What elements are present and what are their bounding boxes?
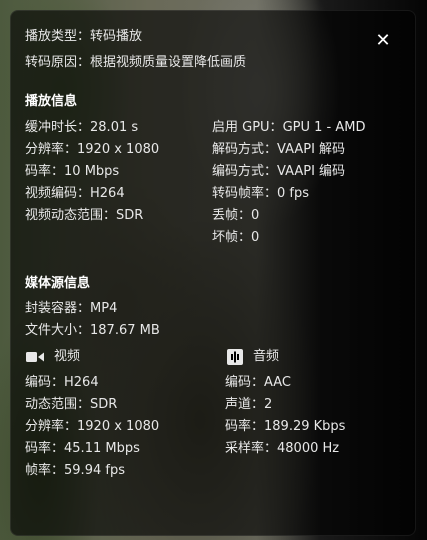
info-value: 2 <box>264 397 273 412</box>
video-section-header: 视频 <box>26 348 80 366</box>
info-row: 码率：189.29 Kbps <box>225 416 345 438</box>
audio-wave-icon <box>227 349 243 365</box>
info-value: 0 fps <box>277 186 310 201</box>
info-value: 0 <box>251 230 260 245</box>
info-row: 缓冲时长：28.01 s <box>25 117 159 139</box>
info-label: 编码方式： <box>212 164 278 179</box>
info-row: 码率：45.11 Mbps <box>25 438 159 460</box>
info-value: SDR <box>90 397 118 412</box>
info-label: 坏帧： <box>212 230 252 245</box>
info-label: 编码： <box>25 375 65 390</box>
info-row: 码率：10 Mbps <box>25 161 159 183</box>
info-label: 码率： <box>25 164 65 179</box>
info-row: 视频动态范围：SDR <box>25 205 159 227</box>
info-label: 启用 GPU： <box>212 120 283 135</box>
close-icon[interactable]: ✕ <box>373 31 393 51</box>
info-value: 48000 Hz <box>277 441 340 456</box>
playback-info-left-column: 缓冲时长：28.01 s 分辨率：1920 x 1080 码率：10 Mbps … <box>25 117 159 227</box>
audio-section-header: 音频 <box>227 348 279 366</box>
info-value: 1920 x 1080 <box>77 142 160 157</box>
info-value: H264 <box>90 186 125 201</box>
info-value: 0 <box>251 208 260 223</box>
playback-info-right-column: 启用 GPU：GPU 1 - AMD 解码方式：VAAPI 解码 编码方式：VA… <box>212 117 365 249</box>
info-label: 丢帧： <box>212 208 252 223</box>
file-size-label: 文件大小： <box>25 323 91 338</box>
info-label: 编码： <box>225 375 265 390</box>
info-value: AAC <box>264 375 292 390</box>
info-row: 编码方式：VAAPI 编码 <box>212 161 365 183</box>
info-row: 编码：H264 <box>25 372 159 394</box>
container-value: MP4 <box>90 301 118 316</box>
playback-info-title: 播放信息 <box>25 94 78 109</box>
transcode-reason-row: 转码原因：根据视频质量设置降低画质 <box>25 54 246 72</box>
info-value: 28.01 s <box>90 120 139 135</box>
info-row: 声道：2 <box>225 394 345 416</box>
info-label: 分辨率： <box>25 419 78 434</box>
media-info-title: 媒体源信息 <box>25 276 91 291</box>
playback-type-row: 播放类型：转码播放 <box>25 28 142 46</box>
info-label: 帧率： <box>25 463 65 478</box>
info-label: 缓冲时长： <box>25 120 91 135</box>
video-camera-icon <box>26 350 44 364</box>
playback-type-value: 转码播放 <box>90 29 143 44</box>
video-section-title: 视频 <box>54 349 81 364</box>
container-row: 封装容器：MP4 <box>25 300 117 318</box>
info-row: 解码方式：VAAPI 解码 <box>212 139 365 161</box>
info-label: 声道： <box>225 397 265 412</box>
info-value: H264 <box>64 375 99 390</box>
info-row: 转码帧率：0 fps <box>212 183 365 205</box>
transcode-reason-value: 根据视频质量设置降低画质 <box>90 55 247 70</box>
info-value: SDR <box>116 208 144 223</box>
info-label: 分辨率： <box>25 142 78 157</box>
info-row: 启用 GPU：GPU 1 - AMD <box>212 117 365 139</box>
info-row: 编码：AAC <box>225 372 345 394</box>
audio-section-title: 音频 <box>253 349 280 364</box>
info-value: VAAPI 编码 <box>277 164 346 179</box>
playback-info-panel: ✕ 播放类型：转码播放 转码原因：根据视频质量设置降低画质 播放信息 缓冲时长：… <box>10 10 416 536</box>
info-row: 丢帧：0 <box>212 205 365 227</box>
info-label: 转码帧率： <box>212 186 278 201</box>
file-size-row: 文件大小：187.67 MB <box>25 322 160 340</box>
info-value: 10 Mbps <box>64 164 120 179</box>
info-value: 59.94 fps <box>64 463 125 478</box>
info-label: 动态范围： <box>25 397 91 412</box>
info-row: 分辨率：1920 x 1080 <box>25 416 159 438</box>
info-label: 码率： <box>25 441 65 456</box>
info-value: GPU 1 - AMD <box>282 120 366 135</box>
info-row: 坏帧：0 <box>212 227 365 249</box>
info-label: 视频编码： <box>25 186 91 201</box>
info-value: 189.29 Kbps <box>264 419 346 434</box>
transcode-reason-label: 转码原因： <box>25 55 91 70</box>
info-row: 帧率：59.94 fps <box>25 460 159 482</box>
info-row: 动态范围：SDR <box>25 394 159 416</box>
info-value: VAAPI 解码 <box>277 142 346 157</box>
video-info-column: 编码：H264 动态范围：SDR 分辨率：1920 x 1080 码率：45.1… <box>25 372 159 482</box>
audio-info-column: 编码：AAC 声道：2 码率：189.29 Kbps 采样率：48000 Hz <box>225 372 345 460</box>
info-label: 视频动态范围： <box>25 208 117 223</box>
info-value: 1920 x 1080 <box>77 419 160 434</box>
info-label: 采样率： <box>225 441 278 456</box>
file-size-value: 187.67 MB <box>90 323 160 338</box>
info-row: 分辨率：1920 x 1080 <box>25 139 159 161</box>
container-label: 封装容器： <box>25 301 91 316</box>
info-row: 视频编码：H264 <box>25 183 159 205</box>
info-value: 45.11 Mbps <box>64 441 140 456</box>
info-label: 解码方式： <box>212 142 278 157</box>
info-row: 采样率：48000 Hz <box>225 438 345 460</box>
info-label: 码率： <box>225 419 265 434</box>
playback-type-label: 播放类型： <box>25 29 91 44</box>
